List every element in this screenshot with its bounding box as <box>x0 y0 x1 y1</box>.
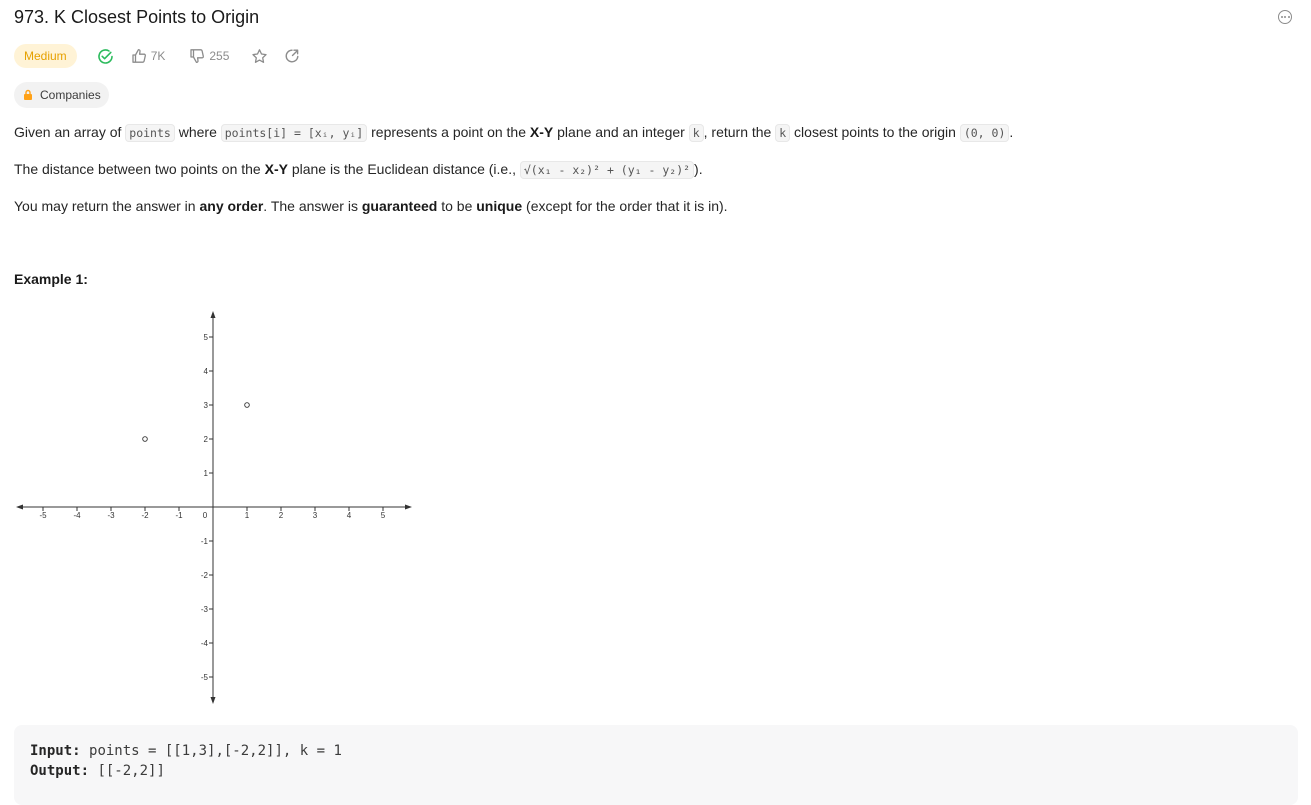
example-heading: Example 1: <box>14 271 88 287</box>
problem-meta-bar: Medium 7K 255 <box>14 43 300 69</box>
x-tick-label: 3 <box>313 511 318 520</box>
y-tick-label: 4 <box>204 367 209 376</box>
x-tick-label: -2 <box>141 511 149 520</box>
thumbs-up-icon <box>132 48 146 63</box>
x-tick-label: 2 <box>279 511 284 520</box>
inline-code: points <box>125 124 175 142</box>
y-axis-arrow-up <box>210 311 216 318</box>
inline-code: k <box>688 124 704 142</box>
problem-title: 973. K Closest Points to Origin <box>14 7 260 27</box>
y-tick-label: -2 <box>201 571 209 580</box>
description-paragraph-2: The distance between two points on the X… <box>14 161 703 179</box>
inline-code: (0, 0) <box>959 124 1010 142</box>
y-tick-label: 2 <box>204 435 209 444</box>
distance-formula: √(x₁ - x₂)² + (y₁ - y₂)² <box>519 161 695 179</box>
example-scatter-plot: -5 -4 -3 -2 -1 0 1 2 3 4 5 5 4 3 2 1 -1 -2 -3 -4 -5 <box>16 311 412 704</box>
input-value: points = [[1,3],[-2,2]], k = 1 <box>89 743 342 759</box>
solved-check-icon <box>97 48 114 65</box>
y-tick-label: 5 <box>204 333 209 342</box>
output-value: [[-2,2]] <box>97 763 165 779</box>
y-tick-label: -3 <box>201 605 209 614</box>
x-axis-arrow-left <box>16 504 23 510</box>
dislike-button[interactable]: 255 <box>189 48 229 64</box>
y-tick-label: -1 <box>201 537 209 546</box>
share-icon[interactable] <box>284 48 300 64</box>
description-paragraph-3: You may return the answer in any order. … <box>14 198 728 214</box>
example-code-block: Input: points = [[1,3],[-2,2]], k = 1 Ou… <box>14 725 1298 805</box>
y-tick-label: -4 <box>201 639 209 648</box>
y-tick-label: -5 <box>201 673 209 682</box>
dislike-count: 255 <box>209 49 230 63</box>
thumbs-down-icon <box>190 49 205 64</box>
x-axis-arrow-right <box>405 504 412 510</box>
x-tick-label: 1 <box>245 511 250 520</box>
output-label: Output: <box>30 763 90 779</box>
x-tick-label: 5 <box>381 511 386 520</box>
x-tick-label: 4 <box>347 511 352 520</box>
like-button[interactable]: 7K <box>131 48 166 64</box>
more-options-icon[interactable] <box>1278 10 1292 24</box>
input-label: Input: <box>30 743 81 759</box>
inline-code: k <box>775 124 791 142</box>
lock-icon <box>24 89 32 100</box>
difficulty-badge: Medium <box>14 44 77 68</box>
companies-label: Companies <box>40 88 101 102</box>
x-tick-label: -5 <box>39 511 47 520</box>
favorite-star-icon[interactable] <box>251 48 268 65</box>
data-point <box>244 402 250 408</box>
x-tick-label: 0 <box>203 511 208 520</box>
data-point <box>142 436 148 442</box>
y-tick-label: 1 <box>204 469 209 478</box>
x-tick-label: -3 <box>107 511 115 520</box>
y-axis-arrow-down <box>210 697 216 704</box>
inline-code: points[i] = [xᵢ, yᵢ] <box>220 124 368 142</box>
x-tick-label: -1 <box>175 511 183 520</box>
description-paragraph-1: Given an array of points where points[i]… <box>14 124 1014 142</box>
y-tick-label: 3 <box>204 401 209 410</box>
x-tick-label: -4 <box>73 511 81 520</box>
companies-tag-button[interactable]: Companies <box>14 82 109 108</box>
like-count: 7K <box>150 49 166 63</box>
